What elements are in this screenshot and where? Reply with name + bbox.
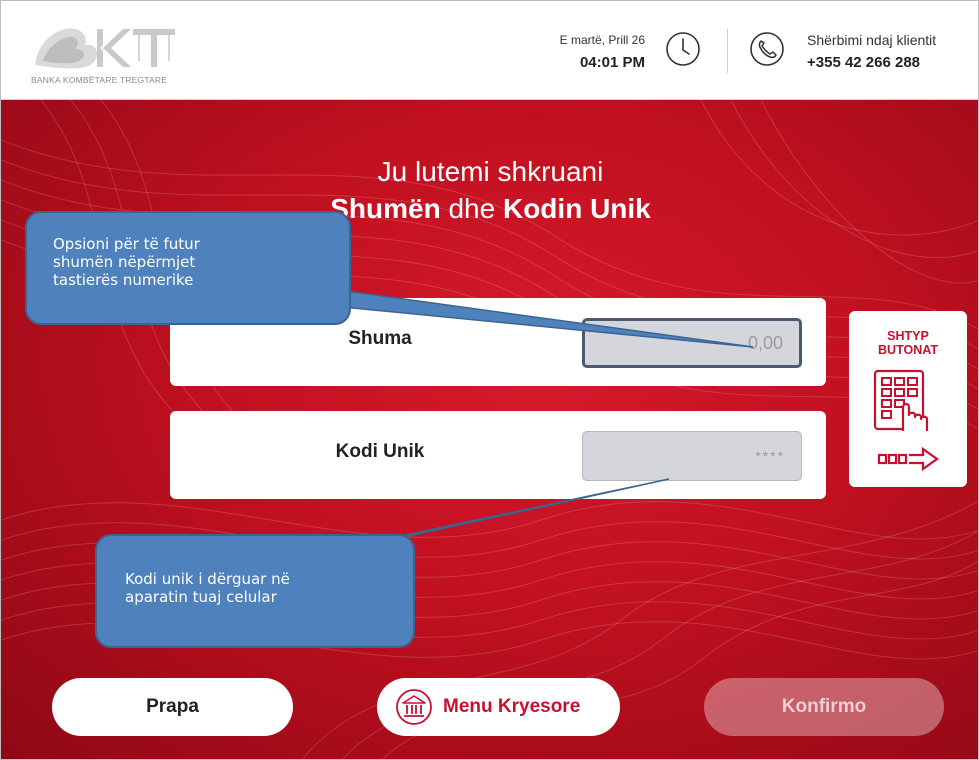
atm-screen: BANKA KOMBËTARE TREGTARE E martë, Prill … xyxy=(0,0,979,760)
current-time: 04:01 PM xyxy=(579,54,645,71)
customer-service-phone: +355 42 266 288 xyxy=(807,54,921,71)
back-button[interactable]: Prapa xyxy=(52,678,293,736)
keypad-hint-line2: BUTONAT xyxy=(878,343,938,357)
main-menu-button[interactable]: Menu Kryesore xyxy=(377,678,620,736)
current-date: E martë, Prill 26 xyxy=(559,33,645,47)
bkt-logo: BANKA KOMBËTARE TREGTARE xyxy=(31,21,181,91)
callout-code-line1: Kodi unik i dërguar në xyxy=(125,570,290,588)
unique-code-row: Kodi Unik **** xyxy=(170,411,826,499)
header: BANKA KOMBËTARE TREGTARE E martë, Prill … xyxy=(1,1,978,100)
callout-amount-line2: shumën nëpërmjet xyxy=(53,253,196,271)
keypad-icon xyxy=(873,369,929,431)
header-divider xyxy=(727,29,728,73)
unique-code-label: Kodi Unik xyxy=(335,441,425,462)
keypad-hint-button[interactable]: SHTYP BUTONAT xyxy=(849,311,967,487)
page-title-line1: Ju lutemi shkruani xyxy=(377,156,604,187)
unique-code-input[interactable]: **** xyxy=(582,431,802,481)
keypad-hint-line1: SHTYP xyxy=(887,329,929,343)
callout-code-note: Kodi unik i dërguar në aparatin tuaj cel… xyxy=(95,534,415,648)
bkt-logo-mark xyxy=(35,28,175,69)
callout-amount-line1: Opsioni për të futur xyxy=(53,235,200,253)
callout-amount-line3: tastierës numerike xyxy=(53,271,194,289)
customer-service-label: Shërbimi ndaj klientit xyxy=(807,32,937,48)
callout-code-line2: aparatin tuaj celular xyxy=(125,588,277,606)
main-menu-label: Menu Kryesore xyxy=(443,696,581,717)
confirm-button[interactable]: Konfirmo xyxy=(704,678,944,736)
callout-amount-note: Opsioni për të futur shumën nëpërmjet ta… xyxy=(25,211,351,325)
phone-icon xyxy=(750,32,784,66)
logo-subtitle: BANKA KOMBËTARE TREGTARE xyxy=(31,75,168,85)
bank-icon xyxy=(396,689,432,725)
amount-input[interactable]: 0,00 xyxy=(582,318,802,368)
amount-label: Shuma xyxy=(348,328,412,349)
title-bold-code: Kodin Unik xyxy=(502,193,651,224)
arrow-right-icon xyxy=(877,447,939,471)
clock-icon xyxy=(666,32,700,66)
title-connector: dhe xyxy=(440,193,503,224)
